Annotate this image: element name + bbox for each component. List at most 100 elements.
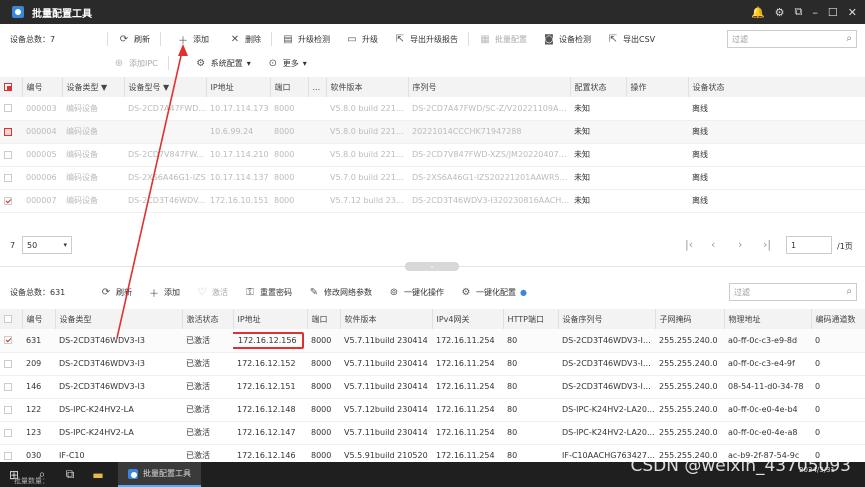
page-number-input[interactable]: 1 [786, 236, 832, 254]
reset-password-button[interactable]: ⚿ 重置密码 [236, 283, 300, 301]
device-check-button[interactable]: ◙ 设备检测 [535, 30, 599, 48]
page-size-select[interactable]: 50 ▾ [22, 236, 72, 254]
top-add-button[interactable]: ＋添加 [163, 30, 217, 48]
table-row[interactable]: 000007 编码设备 DS-2CD3T46WDV... 172.16.10.151 8… [0, 189, 865, 213]
folder-icon[interactable]: ▬ [84, 468, 112, 482]
bulb-icon: ♡ [197, 286, 207, 298]
restore-icon[interactable]: ⧉ [795, 5, 803, 19]
document-icon: ▤ [283, 33, 293, 45]
column-header[interactable]: IP地址 [206, 77, 271, 97]
modify-network-button[interactable]: ✎ 修改网络参数 [300, 283, 380, 301]
column-header[interactable]: 激活状态 [182, 309, 234, 329]
row-checkbox[interactable] [4, 104, 12, 113]
activate-button[interactable]: ♡ 激活 [188, 283, 236, 301]
close-icon[interactable]: ✕ [848, 6, 857, 19]
row-checkbox[interactable] [4, 173, 12, 182]
row-checkbox[interactable] [4, 336, 12, 345]
table-row[interactable]: 209 DS-2CD3T46WDV3-I3 已激活 172.16.12.152 8000… [0, 352, 865, 376]
row-checkbox[interactable] [4, 359, 12, 368]
gear-icon: ⚙ [461, 286, 471, 298]
info-icon[interactable]: ● [520, 288, 527, 297]
top-refresh-button[interactable]: ⟳ 刷新 [110, 30, 158, 48]
delete-button[interactable]: ✕ 删除 [217, 30, 269, 48]
column-header[interactable]: 物理地址 [724, 309, 812, 329]
column-header[interactable]: 编码通道数 [811, 309, 865, 329]
column-header[interactable]: IPv4网关 [432, 309, 504, 329]
column-header[interactable]: 设备类型 [55, 309, 183, 329]
column-header[interactable]: 子网掩码 [655, 309, 725, 329]
collapse-grip-icon[interactable]: ⌄ [405, 262, 459, 271]
column-header[interactable]: 软件版本 [340, 309, 433, 329]
table-row[interactable]: 122 DS-IPC-K24HV2-LA 已激活 172.16.12.148 8000 V… [0, 398, 865, 422]
column-header[interactable]: 设备状态 [688, 77, 865, 97]
key-icon: ⚿ [246, 286, 254, 298]
prev-page-icon[interactable]: ‹ [711, 238, 715, 251]
row-checkbox[interactable] [4, 451, 12, 460]
maximize-icon[interactable]: ☐ [828, 6, 838, 19]
column-header[interactable]: 设备类型 ▼ [62, 77, 125, 97]
column-header[interactable]: 序列号 [408, 77, 571, 97]
select-all-checkbox[interactable] [0, 77, 23, 97]
table-row[interactable]: 631 DS-2CD3T46WDV3-I3 已激活 172.16.12.156 80… [0, 329, 865, 353]
select-all-checkbox[interactable] [0, 309, 23, 329]
column-header[interactable]: IP地址 [233, 309, 308, 329]
taskbar-app-batch-config[interactable]: 批量配置工具 [118, 462, 201, 487]
one-click-operation-button[interactable]: ⊚ 一键化操作 [380, 283, 452, 301]
row-checkbox[interactable] [4, 405, 12, 414]
row-checkbox[interactable] [4, 150, 12, 159]
column-header[interactable]: 操作 [626, 77, 689, 97]
search-icon: ⌕ [846, 33, 852, 44]
table-row[interactable]: 123 DS-IPC-K24HV2-LA 已激活 172.16.12.147 8000 V… [0, 421, 865, 445]
column-header[interactable]: 端口 [270, 77, 309, 97]
camera-plus-icon: ⊕ [114, 57, 124, 69]
gear-icon: ⚙ [196, 57, 206, 69]
bottom-refresh-button[interactable]: ⟳ 刷新 [92, 283, 140, 301]
system-config-dropdown[interactable]: ⚙ 系统配置 ▾ [171, 54, 259, 72]
table-row[interactable]: 000003 编码设备 DS-2CD7A47FWD... 10.17.114.173 8… [0, 97, 865, 121]
bottom-add-button[interactable]: ＋添加 [140, 283, 188, 301]
column-header[interactable]: 编号 [22, 77, 63, 97]
page-size-label: 7 [10, 241, 16, 250]
column-header[interactable]: 设备序列号 [558, 309, 656, 329]
column-header[interactable]: 编号 [22, 309, 56, 329]
top-filter-input[interactable]: 过滤 ⌕ [727, 30, 857, 48]
filter-icon[interactable]: ▼ [101, 83, 107, 92]
next-page-icon[interactable]: › [738, 238, 742, 251]
add-ipc-button[interactable]: ⊕ 添加IPC [105, 54, 166, 72]
table-row[interactable]: 146 DS-2CD3T46WDV3-I3 已激活 172.16.12.151 8000… [0, 375, 865, 399]
export-report-button[interactable]: ⇱ 导出升级报告 [386, 30, 466, 48]
caret-down-icon: ▾ [302, 58, 307, 68]
table-row[interactable]: 000004 编码设备 10.6.99.24 8000 V5.8.0 build 221… [0, 120, 865, 144]
bottom-filter-input[interactable]: 过滤 ⌕ [729, 283, 857, 301]
column-header[interactable]: HTTP端口 [503, 309, 559, 329]
first-page-icon[interactable]: |‹ [685, 238, 693, 251]
upgrade-check-button[interactable]: ▤ 升级检测 [274, 30, 338, 48]
column-header[interactable]: 设备型号 ▼ [124, 77, 207, 97]
row-checkbox[interactable] [4, 196, 12, 205]
bottom-device-table: 编号 设备类型 激活状态 IP地址 端口 软件版本 IPv4网关 HTTP端口 … [0, 309, 865, 468]
batch-config-button[interactable]: ▦ 批量配置 [471, 30, 535, 48]
last-page-icon[interactable]: ›| [763, 238, 771, 251]
task-view-icon[interactable]: ⧉ [56, 467, 84, 482]
minimize-icon[interactable]: – [812, 6, 818, 19]
bell-icon[interactable]: 🔔 [751, 6, 765, 19]
filter-icon[interactable]: ▼ [163, 83, 169, 92]
table-row[interactable]: 000005 编码设备 DS-2CD7V847FW... 10.17.114.210 8… [0, 143, 865, 167]
column-header[interactable]: 软件版本 [326, 77, 409, 97]
upgrade-button[interactable]: ▭ 升级 [338, 30, 386, 48]
gear-icon[interactable]: ⚙ [775, 6, 785, 19]
more-dropdown[interactable]: ⊙ 更多 ▾ [259, 54, 315, 72]
bottom-table-header: 编号 设备类型 激活状态 IP地址 端口 软件版本 IPv4网关 HTTP端口 … [0, 309, 865, 329]
column-header[interactable]: ... [308, 77, 327, 97]
row-checkbox[interactable] [4, 428, 12, 437]
one-click-config-button[interactable]: ⚙ 一键化配置 ● [452, 283, 535, 301]
table-row[interactable]: 000006 编码设备 DS-2XS6A46G1-IZS 10.17.114.137 8… [0, 166, 865, 190]
panel-splitter[interactable]: ⌄ [0, 262, 865, 272]
row-checkbox[interactable] [4, 127, 12, 136]
export-csv-button[interactable]: ⇱ 导出CSV [599, 30, 663, 48]
column-header[interactable]: 端口 [307, 309, 341, 329]
column-header[interactable]: 配置状态 [570, 77, 627, 97]
row-checkbox[interactable] [4, 382, 12, 391]
app-logo-icon [12, 6, 24, 18]
export-icon: ⇱ [608, 33, 618, 45]
